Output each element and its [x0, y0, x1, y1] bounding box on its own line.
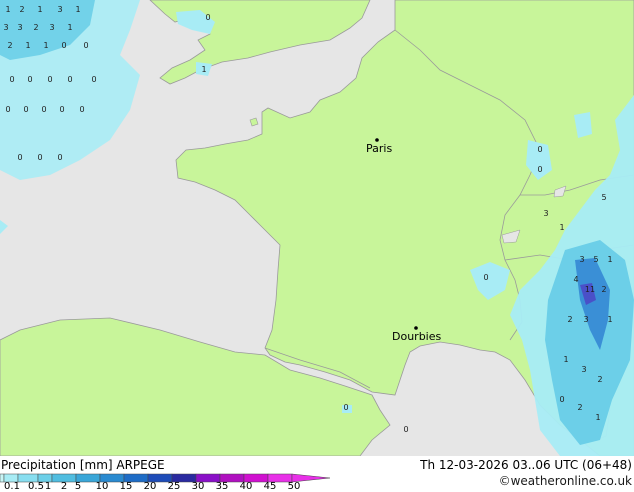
svg-text:0: 0	[483, 273, 488, 282]
city-label-paris: Paris	[366, 142, 392, 155]
svg-text:0: 0	[537, 145, 542, 154]
svg-text:1: 1	[43, 41, 48, 50]
svg-text:4: 4	[573, 275, 578, 284]
svg-text:2: 2	[19, 5, 24, 14]
svg-text:0: 0	[57, 153, 62, 162]
legend-tick-label: 1	[44, 481, 52, 492]
svg-text:0: 0	[27, 75, 32, 84]
svg-text:0: 0	[83, 41, 88, 50]
svg-text:0: 0	[91, 75, 96, 84]
svg-text:2: 2	[601, 285, 606, 294]
svg-text:2: 2	[567, 315, 572, 324]
credit-link[interactable]: ©weatheronline.co.uk	[499, 474, 632, 488]
svg-text:11: 11	[585, 285, 595, 294]
map-title: Precipitation [mm] ARPEGE	[1, 458, 165, 472]
svg-text:5: 5	[593, 255, 598, 264]
legend-tick-label: 25	[167, 481, 181, 492]
svg-text:0: 0	[79, 105, 84, 114]
legend-tick-label: 5	[74, 481, 82, 492]
svg-text:2: 2	[577, 403, 582, 412]
legend-tick-label: 0.5	[28, 481, 44, 492]
svg-text:1: 1	[67, 23, 72, 32]
svg-text:3: 3	[583, 315, 588, 324]
legend-tick-label: 50	[287, 481, 301, 492]
svg-text:2: 2	[7, 41, 12, 50]
svg-text:2: 2	[597, 375, 602, 384]
svg-text:0: 0	[559, 395, 564, 404]
svg-text:1: 1	[595, 413, 600, 422]
svg-text:0: 0	[61, 41, 66, 50]
precipitation-map: 12131 33231 21100 00000 00000 000 10 351…	[0, 0, 634, 456]
svg-text:1: 1	[75, 5, 80, 14]
legend-tick-label: 2	[60, 481, 68, 492]
svg-text:3: 3	[3, 23, 8, 32]
svg-text:0: 0	[41, 105, 46, 114]
city-label-dourbies: Dourbies	[392, 330, 442, 343]
svg-text:2: 2	[33, 23, 38, 32]
legend-tick-label: 0.1	[4, 481, 20, 492]
svg-text:0: 0	[59, 105, 64, 114]
svg-text:1: 1	[607, 315, 612, 324]
svg-text:3: 3	[49, 23, 54, 32]
svg-text:3: 3	[581, 365, 586, 374]
svg-text:3: 3	[543, 209, 548, 218]
svg-text:0: 0	[9, 75, 14, 84]
svg-text:3: 3	[579, 255, 584, 264]
svg-text:0: 0	[403, 425, 408, 434]
legend-tick-label: 20	[143, 481, 157, 492]
legend-tick-label: 45	[263, 481, 277, 492]
svg-text:1: 1	[5, 5, 10, 14]
svg-text:1: 1	[563, 355, 568, 364]
legend-tick-label: 35	[215, 481, 229, 492]
svg-text:1: 1	[37, 5, 42, 14]
svg-text:1: 1	[607, 255, 612, 264]
footer: Precipitation [mm] ARPEGE Th 12-03-2026 …	[0, 456, 634, 492]
svg-text:3: 3	[57, 5, 62, 14]
svg-text:0: 0	[47, 75, 52, 84]
svg-text:1: 1	[201, 65, 206, 74]
svg-text:1: 1	[559, 223, 564, 232]
svg-text:0: 0	[17, 153, 22, 162]
legend-tick-label: 10	[95, 481, 109, 492]
legend-tick-label: 30	[191, 481, 205, 492]
svg-text:0: 0	[23, 105, 28, 114]
svg-text:1: 1	[25, 41, 30, 50]
svg-text:3: 3	[17, 23, 22, 32]
legend-tick-label: 15	[119, 481, 133, 492]
svg-text:0: 0	[37, 153, 42, 162]
svg-text:0: 0	[67, 75, 72, 84]
forecast-time: Th 12-03-2026 03..06 UTC (06+48)	[420, 458, 632, 472]
svg-text:5: 5	[601, 193, 606, 202]
legend-tick-label: 40	[239, 481, 253, 492]
svg-text:0: 0	[205, 13, 210, 22]
svg-text:0: 0	[5, 105, 10, 114]
svg-text:0: 0	[343, 403, 348, 412]
svg-text:0: 0	[537, 165, 542, 174]
